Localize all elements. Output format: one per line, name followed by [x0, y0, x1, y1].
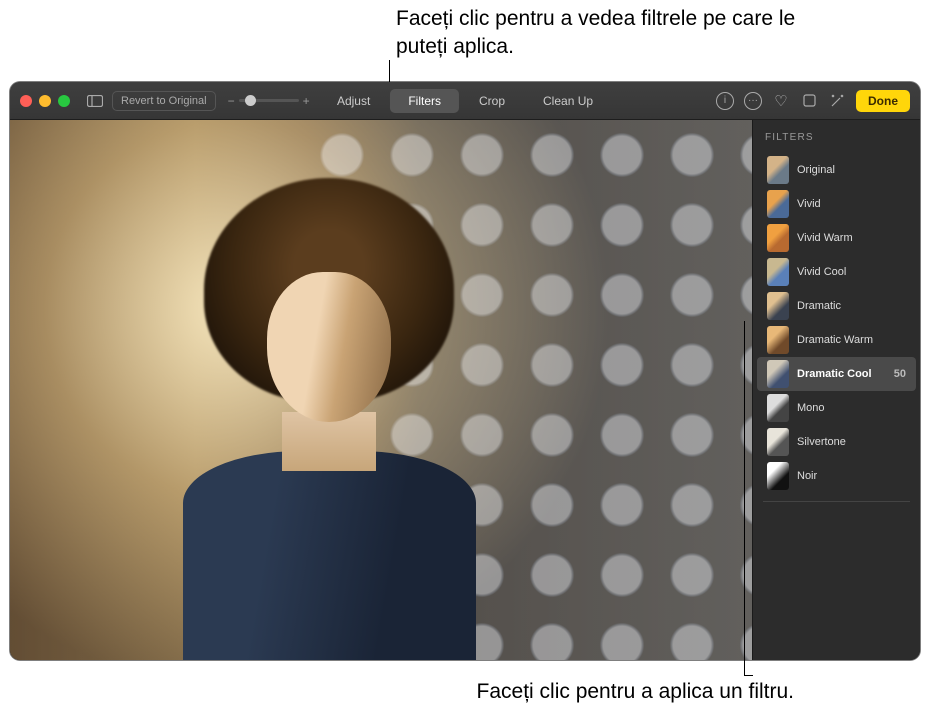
zoom-in-icon: + [303, 94, 310, 108]
zoom-thumb[interactable] [245, 95, 256, 106]
filter-label: Noir [797, 470, 817, 482]
favorite-icon[interactable]: ♡ [772, 92, 790, 110]
filter-label: Dramatic [797, 300, 841, 312]
filter-vivid-warm[interactable]: Vivid Warm [757, 221, 916, 255]
filter-label: Silvertone [797, 436, 846, 448]
content-area: FILTERS Original Vivid Vivid Warm Vivid … [10, 120, 920, 660]
app-window: Revert to Original − + Adjust Filters Cr… [10, 82, 920, 660]
close-button[interactable] [20, 95, 32, 107]
filter-thumb-icon [767, 394, 789, 422]
filter-thumb-icon [767, 224, 789, 252]
tab-adjust[interactable]: Adjust [319, 89, 388, 113]
photo-canvas[interactable] [10, 120, 752, 660]
filter-silvertone[interactable]: Silvertone [757, 425, 916, 459]
titlebar-right: i ··· ♡ Done [716, 90, 910, 112]
revert-button[interactable]: Revert to Original [112, 91, 216, 111]
filter-dramatic[interactable]: Dramatic [757, 289, 916, 323]
filter-thumb-icon [767, 190, 789, 218]
filter-dramatic-cool[interactable]: Dramatic Cool 50 [757, 357, 916, 391]
zoom-track[interactable] [239, 99, 299, 102]
filter-dramatic-warm[interactable]: Dramatic Warm [757, 323, 916, 357]
filter-label: Dramatic Warm [797, 334, 873, 346]
filter-thumb-icon [767, 462, 789, 490]
filter-thumb-icon [767, 326, 789, 354]
filter-thumb-icon [767, 258, 789, 286]
tab-crop[interactable]: Crop [461, 89, 523, 113]
filter-label: Mono [797, 402, 825, 414]
zoom-out-icon: − [228, 94, 235, 108]
filter-vivid[interactable]: Vivid [757, 187, 916, 221]
filter-mono[interactable]: Mono [757, 391, 916, 425]
filter-thumb-icon [767, 360, 789, 388]
minimize-button[interactable] [39, 95, 51, 107]
zoom-slider[interactable]: − + [228, 94, 310, 108]
edit-tabs: Adjust Filters Crop Clean Up [319, 89, 611, 113]
done-button[interactable]: Done [856, 90, 910, 112]
rotate-icon[interactable] [800, 92, 818, 110]
maximize-button[interactable] [58, 95, 70, 107]
filter-vivid-cool[interactable]: Vivid Cool [757, 255, 916, 289]
sidebar-title: FILTERS [753, 128, 920, 153]
tab-filters[interactable]: Filters [390, 89, 459, 113]
filter-label: Original [797, 164, 835, 176]
filters-sidebar: FILTERS Original Vivid Vivid Warm Vivid … [752, 120, 920, 660]
photo [10, 120, 752, 660]
titlebar: Revert to Original − + Adjust Filters Cr… [10, 82, 920, 120]
filter-value: 50 [894, 368, 906, 380]
filter-thumb-icon [767, 292, 789, 320]
more-icon[interactable]: ··· [744, 92, 762, 110]
filter-thumb-icon [767, 428, 789, 456]
filter-label: Vivid Cool [797, 266, 846, 278]
callout-bottom: Faceți clic pentru a aplica un filtru. [394, 678, 794, 706]
separator [763, 501, 910, 502]
auto-enhance-icon[interactable] [828, 92, 846, 110]
filter-original[interactable]: Original [757, 153, 916, 187]
window-controls [20, 95, 70, 107]
filter-label: Vivid Warm [797, 232, 853, 244]
tab-cleanup[interactable]: Clean Up [525, 89, 611, 113]
filter-noir[interactable]: Noir [757, 459, 916, 493]
filter-thumb-icon [767, 156, 789, 184]
filter-label: Vivid [797, 198, 821, 210]
info-icon[interactable]: i [716, 92, 734, 110]
callout-top: Faceți clic pentru a vedea filtrele pe c… [396, 5, 826, 62]
filter-label: Dramatic Cool [797, 368, 872, 380]
sidebar-toggle-icon[interactable] [86, 92, 104, 110]
